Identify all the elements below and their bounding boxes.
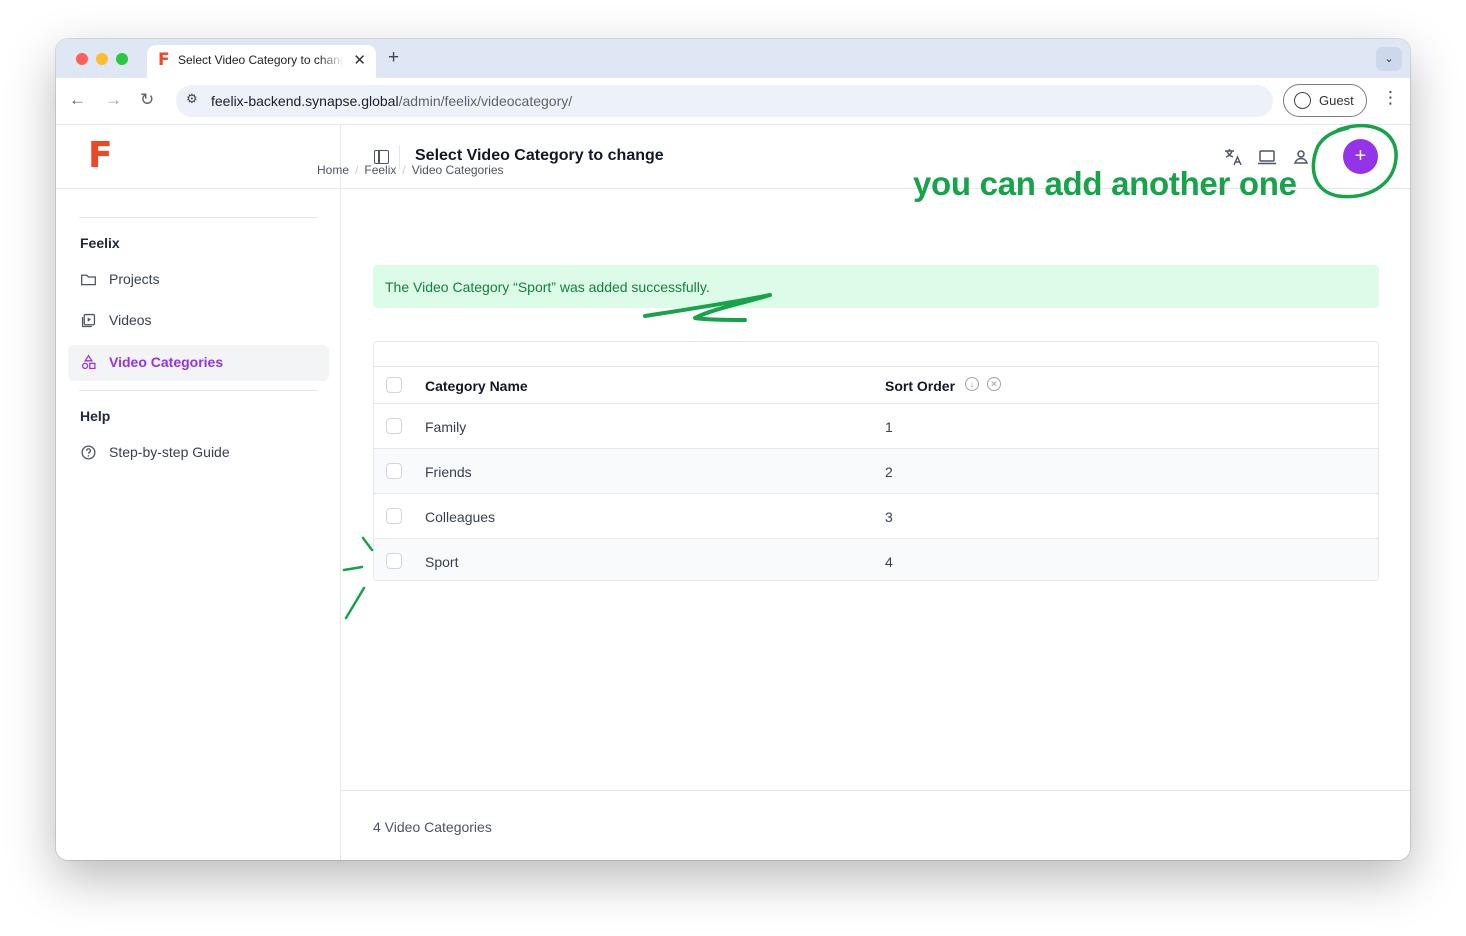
tab-search-button[interactable]: ⌄ xyxy=(1376,47,1402,71)
results-footer: 4 Video Categories xyxy=(341,790,1410,860)
breadcrumb: Home / Feelix / Video Categories xyxy=(317,163,504,177)
sidebar-toggle-icon[interactable] xyxy=(374,150,389,164)
sidebar-item-projects[interactable]: Projects xyxy=(68,262,329,298)
sidebar-item-label: Step-by-step Guide xyxy=(109,444,230,460)
table-row: Sport 4 xyxy=(374,539,1378,580)
add-video-category-button[interactable]: + xyxy=(1343,139,1378,174)
breadcrumb-feelix[interactable]: Feelix xyxy=(364,163,396,177)
sidebar-item-label: Video Categories xyxy=(109,354,224,370)
column-header-sort-order[interactable]: Sort Order xyxy=(885,378,955,394)
sort-order-value: 1 xyxy=(885,419,893,435)
table-row: Colleagues 3 xyxy=(374,494,1378,539)
browser-toolbar: ← → ↻ ⚙ feelix-backend.synapse.global/ad… xyxy=(56,78,1410,125)
video-library-icon xyxy=(81,313,96,328)
sort-toggle-icon[interactable]: ↓ xyxy=(965,377,979,391)
breadcrumb-current: Video Categories xyxy=(411,163,504,177)
sidebar-rule xyxy=(79,217,317,218)
folder-icon xyxy=(81,274,96,286)
browser-menu-icon[interactable]: ⋮ xyxy=(1382,88,1399,108)
tab-title: Select Video Category to change xyxy=(178,53,344,67)
forward-button[interactable]: → xyxy=(105,90,122,110)
category-shapes-icon xyxy=(81,354,96,370)
category-name-link[interactable]: Family xyxy=(425,419,466,435)
sidebar-divider xyxy=(56,188,341,189)
sort-order-value: 4 xyxy=(885,554,893,570)
row-checkbox[interactable] xyxy=(386,553,402,569)
sidebar-item-video-categories[interactable]: Video Categories xyxy=(68,345,329,381)
sidebar-item-label: Videos xyxy=(109,312,152,328)
sidebar: F Feelix Projects Videos Video Categorie… xyxy=(56,125,341,860)
browser-tab[interactable]: F Select Video Category to change ✕ xyxy=(147,45,376,78)
url-host: feelix-backend.synapse.global xyxy=(211,93,399,109)
profile-button[interactable]: Guest xyxy=(1283,84,1367,117)
table-row: Friends 2 xyxy=(374,449,1378,494)
reload-button[interactable]: ↻ xyxy=(140,90,154,110)
sidebar-rule xyxy=(79,390,317,391)
back-button[interactable]: ← xyxy=(69,90,86,110)
row-checkbox[interactable] xyxy=(386,508,402,524)
remove-sort-icon[interactable]: ✕ xyxy=(987,377,1001,391)
breadcrumb-separator: / xyxy=(355,163,359,177)
category-name-link[interactable]: Colleagues xyxy=(425,509,495,525)
success-alert: The Video Category “Sport” was added suc… xyxy=(373,265,1379,308)
url-text[interactable]: feelix-backend.synapse.global/admin/feel… xyxy=(211,93,572,109)
sort-order-value: 2 xyxy=(885,464,893,480)
new-tab-button[interactable]: + xyxy=(388,47,399,69)
sidebar-item-videos[interactable]: Videos xyxy=(68,303,329,339)
table-header-row: Category Name Sort Order ↓ ✕ xyxy=(374,367,1378,404)
minimize-window-button[interactable] xyxy=(96,53,108,65)
annotation-text: you can add another one xyxy=(913,165,1297,202)
row-checkbox[interactable] xyxy=(386,463,402,479)
sidebar-section-feelix: Feelix xyxy=(80,235,120,251)
address-bar[interactable]: ⚙ feelix-backend.synapse.global/admin/fe… xyxy=(176,85,1273,117)
feelix-favicon-icon: F xyxy=(158,50,170,70)
feelix-logo[interactable]: F xyxy=(88,135,113,176)
sidebar-item-step-by-step-guide[interactable]: Step-by-step Guide xyxy=(68,435,329,471)
category-name-link[interactable]: Sport xyxy=(425,554,458,570)
success-message: The Video Category “Sport” was added suc… xyxy=(385,279,710,295)
table-toolbar xyxy=(374,342,1378,367)
sidebar-section-help: Help xyxy=(80,408,111,424)
select-all-checkbox[interactable] xyxy=(386,377,402,393)
results-count: 4 Video Categories xyxy=(373,819,492,835)
profile-label: Guest xyxy=(1319,93,1354,108)
close-window-button[interactable] xyxy=(76,53,88,65)
tab-strip: F Select Video Category to change ✕ + ⌄ xyxy=(56,39,1410,78)
sort-order-value: 3 xyxy=(885,509,893,525)
category-name-link[interactable]: Friends xyxy=(425,464,472,480)
site-info-icon[interactable]: ⚙ xyxy=(186,91,198,107)
breadcrumb-separator: / xyxy=(402,163,406,177)
breadcrumb-home[interactable]: Home xyxy=(317,163,349,177)
sidebar-item-label: Projects xyxy=(109,271,160,287)
maximize-window-button[interactable] xyxy=(116,53,128,65)
url-path: /admin/feelix/videocategory/ xyxy=(398,93,573,109)
results-table: Category Name Sort Order ↓ ✕ Family 1 Fr… xyxy=(373,341,1379,581)
table-row: Family 1 xyxy=(374,404,1378,449)
profile-icon xyxy=(1294,92,1311,109)
tab-close-icon[interactable]: ✕ xyxy=(353,51,366,69)
help-circle-icon xyxy=(81,445,96,460)
column-header-category-name[interactable]: Category Name xyxy=(425,378,528,394)
row-checkbox[interactable] xyxy=(386,418,402,434)
